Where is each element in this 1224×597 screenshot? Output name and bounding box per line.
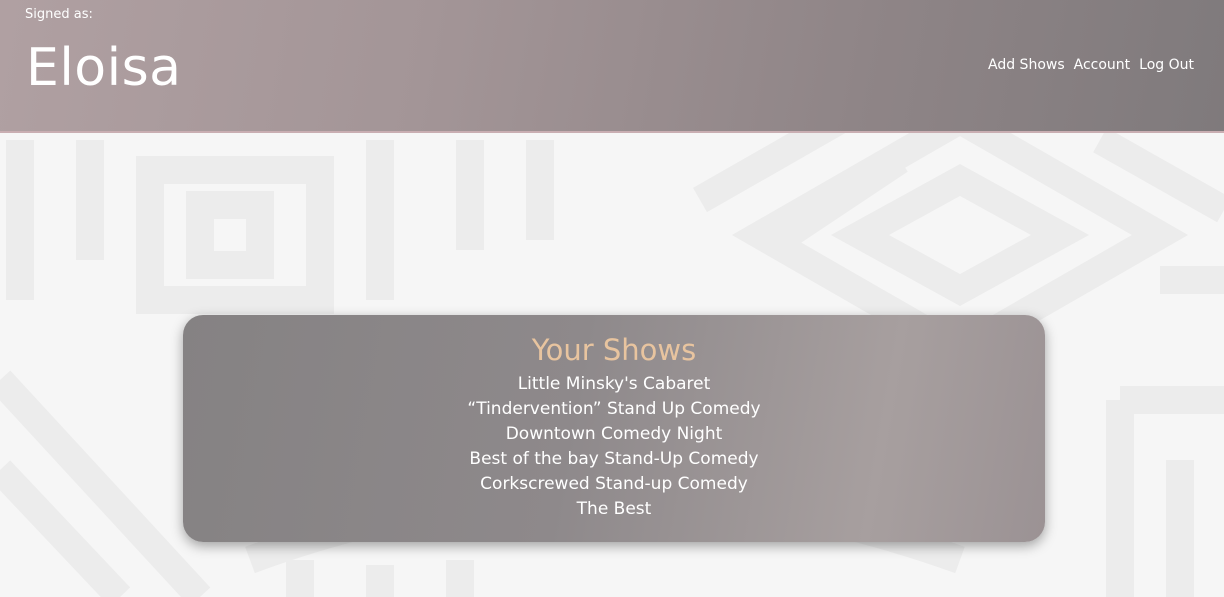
show-item-tindervention[interactable]: “Tindervention” Stand Up Comedy [183, 397, 1045, 422]
nav-log-out-link[interactable]: Log Out [1139, 57, 1194, 73]
shows-title: Your Shows [531, 333, 697, 367]
main-nav: Add Shows Account Log Out [988, 57, 1194, 73]
nav-account-link[interactable]: Account [1074, 57, 1131, 73]
show-item-the-best[interactable]: The Best [183, 497, 1045, 522]
show-item-corkscrewed[interactable]: Corkscrewed Stand-up Comedy [183, 472, 1045, 497]
show-item-best-of-the-bay[interactable]: Best of the bay Stand-Up Comedy [183, 447, 1045, 472]
username: Eloisa [26, 38, 182, 98]
your-shows-panel: Your Shows Little Minsky's Cabaret “Tind… [183, 315, 1045, 542]
shows-list: Little Minsky's Cabaret “Tindervention” … [183, 372, 1045, 522]
nav-add-shows-link[interactable]: Add Shows [988, 57, 1065, 73]
show-item-little-minskys-cabaret[interactable]: Little Minsky's Cabaret [183, 372, 1045, 397]
signed-as-label: Signed as: [25, 7, 93, 22]
show-item-downtown-comedy-night[interactable]: Downtown Comedy Night [183, 422, 1045, 447]
top-header: Signed as: Eloisa Add Shows Account Log … [0, 0, 1224, 133]
